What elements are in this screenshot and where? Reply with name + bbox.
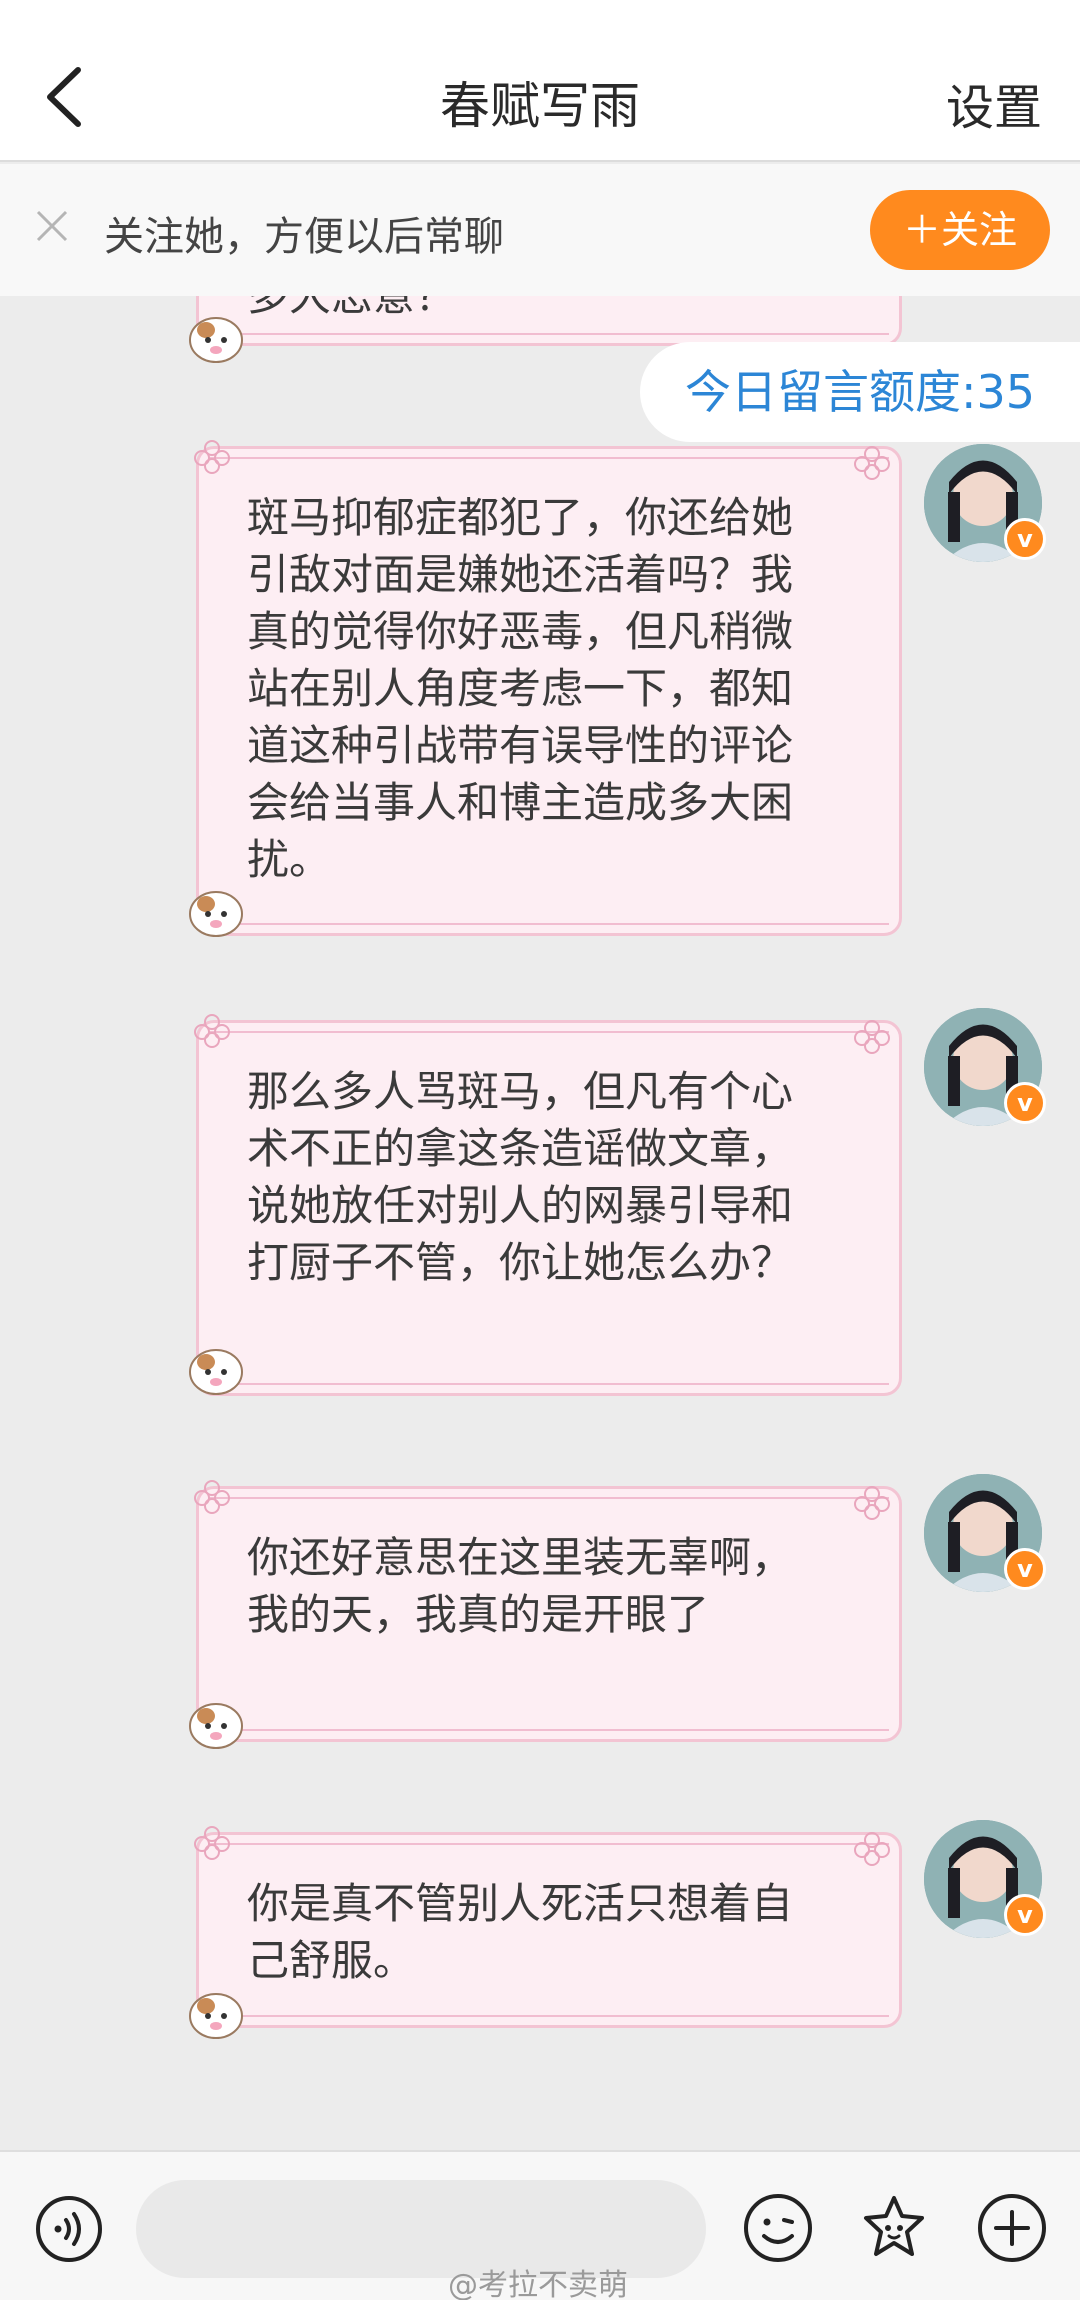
- message-bubble[interactable]: 斑马抑郁症都犯了，你还给她引敌对面是嫌她还活着吗？我真的觉得你好恶毒，但凡稍微站…: [196, 446, 902, 936]
- top-bar: 春赋写雨 设置: [0, 0, 1080, 162]
- message-bubble[interactable]: 多大恶意？: [196, 296, 902, 346]
- add-more-icon[interactable]: [976, 2192, 1048, 2264]
- message-text: 你还好意思在这里装无辜啊，我的天，我真的是开眼了: [247, 1533, 794, 1639]
- settings-button[interactable]: 设置: [946, 68, 1042, 138]
- follow-button[interactable]: ＋关注: [870, 190, 1050, 270]
- flower-decoration-icon: [194, 1480, 230, 1514]
- message-text: 多大恶意？: [247, 296, 829, 324]
- flower-decoration-icon: [854, 1832, 890, 1866]
- chat-title: 春赋写雨: [440, 77, 640, 135]
- flower-decoration-icon: [194, 440, 230, 474]
- message-composer: @考拉不卖萌: [0, 2150, 1080, 2300]
- flower-decoration-icon: [194, 1826, 230, 1860]
- message-list[interactable]: 多大恶意？ 今日留言额度:35 v 斑马抑郁症都犯了，你还给她引敌对面是嫌她还活…: [0, 296, 1080, 2150]
- message-bubble[interactable]: 你还好意思在这里装无辜啊，我的天，我真的是开眼了: [196, 1486, 902, 1742]
- verified-badge-icon: v: [1004, 1082, 1046, 1124]
- follow-suggestion-text: 关注她，方便以后常聊: [104, 214, 504, 260]
- hamster-sticker-icon: [189, 1993, 243, 2039]
- message-text: 你是真不管别人死活只想着自己舒服。: [247, 1879, 794, 1985]
- hamster-sticker-icon: [189, 317, 243, 363]
- follow-suggestion-bar: 关注她，方便以后常聊 ＋关注: [0, 164, 1080, 296]
- flower-decoration-icon: [854, 1486, 890, 1520]
- verified-badge-icon: v: [1004, 518, 1046, 560]
- voice-input-icon[interactable]: [34, 2194, 104, 2264]
- message-bubble[interactable]: 你是真不管别人死活只想着自己舒服。: [196, 1832, 902, 2028]
- sticker-star-icon[interactable]: [858, 2192, 930, 2264]
- message-text: 那么多人骂斑马，但凡有个心术不正的拿这条造谣做文章，说她放任对别人的网暴引导和打…: [247, 1067, 794, 1287]
- hamster-sticker-icon: [189, 1349, 243, 1395]
- emoji-icon[interactable]: [742, 2192, 814, 2264]
- verified-badge-icon: v: [1004, 1548, 1046, 1590]
- message-text: 斑马抑郁症都犯了，你还给她引敌对面是嫌她还活着吗？我真的觉得你好恶毒，但凡稍微站…: [247, 493, 794, 884]
- watermark: @考拉不卖萌: [448, 2268, 628, 2300]
- hamster-sticker-icon: [189, 1703, 243, 1749]
- flower-decoration-icon: [194, 1014, 230, 1048]
- hamster-sticker-icon: [189, 891, 243, 937]
- daily-message-quota: 今日留言额度:35: [640, 342, 1080, 442]
- flower-decoration-icon: [854, 1020, 890, 1054]
- message-bubble[interactable]: 那么多人骂斑马，但凡有个心术不正的拿这条造谣做文章，说她放任对别人的网暴引导和打…: [196, 1020, 902, 1396]
- close-icon[interactable]: [30, 204, 74, 248]
- flower-decoration-icon: [854, 446, 890, 480]
- verified-badge-icon: v: [1004, 1894, 1046, 1936]
